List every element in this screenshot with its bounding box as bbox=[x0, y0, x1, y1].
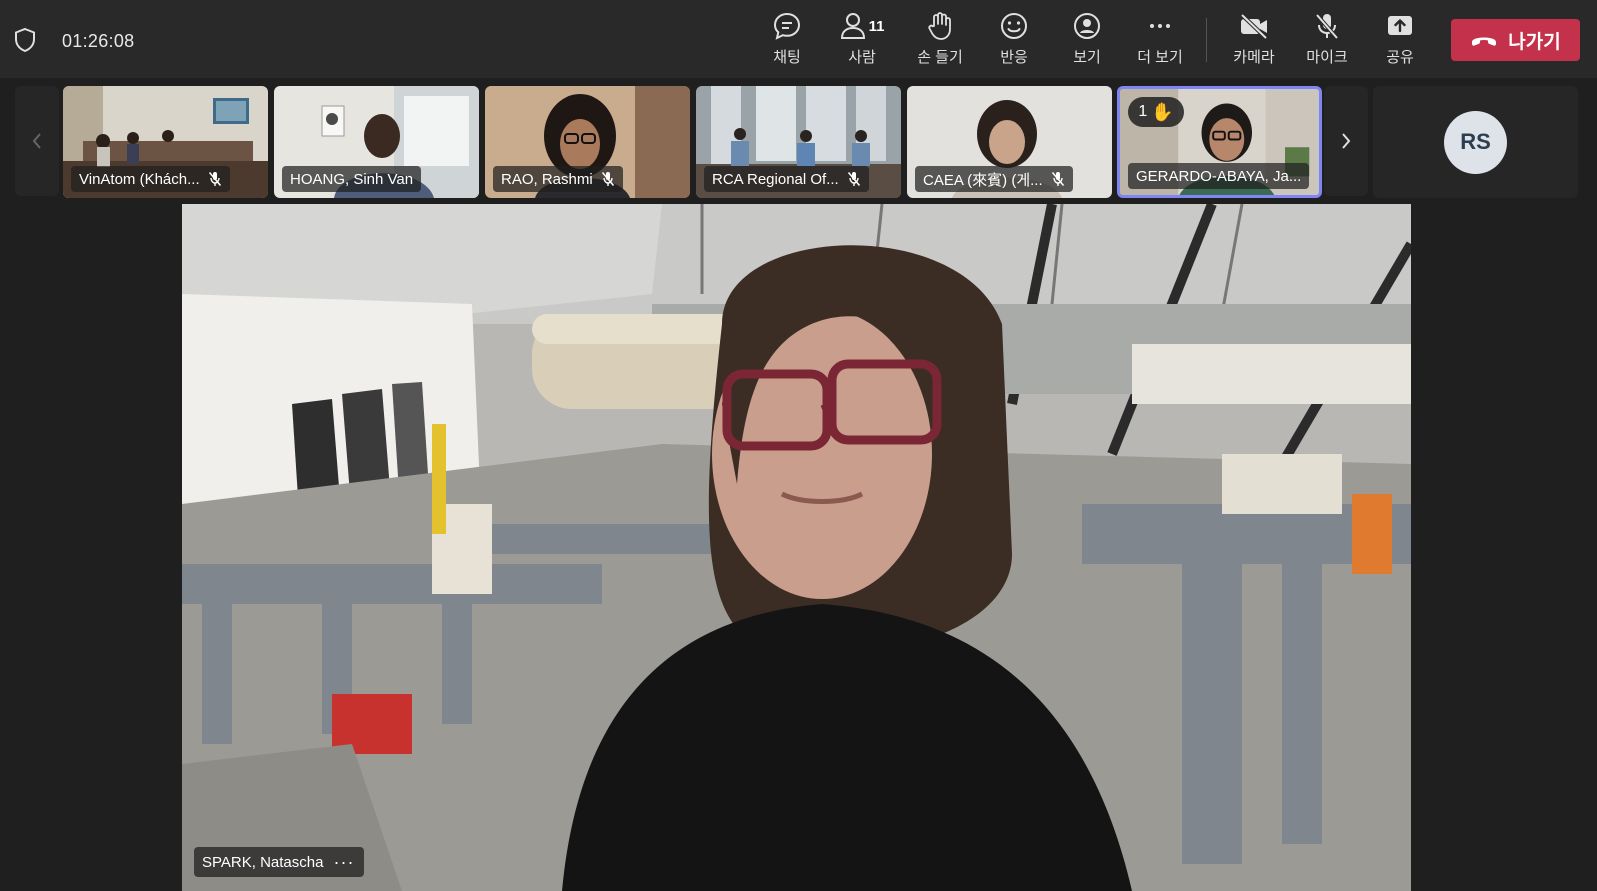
main-video-stage[interactable]: SPARK, Natascha ··· bbox=[182, 204, 1411, 891]
participant-tile[interactable]: CAEA (來賓) (게... bbox=[907, 86, 1112, 198]
mic-muted-icon bbox=[1051, 172, 1064, 186]
raised-hand-icon: ✋ bbox=[1151, 101, 1174, 122]
hand-icon bbox=[928, 12, 951, 40]
participant-nameplate: RAO, Rashmi bbox=[493, 166, 623, 192]
shield-icon[interactable] bbox=[14, 27, 36, 53]
react-button[interactable]: 반응 bbox=[981, 10, 1047, 72]
speaker-nameplate: SPARK, Natascha ··· bbox=[194, 847, 365, 877]
participant-strip: VinAtom (Khách... HOANG, Sinh Van RAO, R… bbox=[0, 84, 1597, 200]
raise-hand-button[interactable]: 손 들기 bbox=[907, 10, 973, 72]
chat-icon bbox=[773, 12, 801, 40]
people-count: 11 bbox=[868, 17, 885, 35]
participant-name: RAO, Rashmi bbox=[501, 170, 593, 188]
meeting-toolbar: 01:26:08 채팅 11 사람 손 들기 반응 보기 더 보기 카메라 마이… bbox=[0, 0, 1597, 78]
participant-tile[interactable]: HOANG, Sinh Van bbox=[274, 86, 479, 198]
toolbar-divider bbox=[1206, 18, 1207, 62]
view-label: 보기 bbox=[1073, 49, 1101, 66]
participant-name: HOANG, Sinh Van bbox=[290, 170, 414, 188]
camera-off-icon bbox=[1240, 13, 1268, 40]
participant-nameplate: RCA Regional Of... bbox=[704, 166, 869, 192]
avatar: RS bbox=[1444, 110, 1507, 174]
mic-label: 마이크 bbox=[1306, 49, 1348, 66]
strip-next-button[interactable] bbox=[1324, 86, 1368, 196]
chat-label: 채팅 bbox=[773, 49, 801, 66]
participant-name: VinAtom (Khách... bbox=[79, 170, 200, 188]
camera-label: 카메라 bbox=[1233, 49, 1275, 66]
participant-name: RCA Regional Of... bbox=[712, 170, 839, 188]
participant-tile[interactable]: RCA Regional Of... bbox=[696, 86, 901, 198]
mic-muted-icon bbox=[601, 172, 614, 186]
share-label: 공유 bbox=[1386, 49, 1414, 66]
view-icon bbox=[1074, 13, 1100, 39]
more-icon bbox=[1150, 24, 1170, 28]
leave-label: 나가기 bbox=[1508, 31, 1561, 53]
mic-muted-icon bbox=[847, 172, 860, 186]
phone-hangup-icon bbox=[1472, 37, 1497, 46]
react-label: 반응 bbox=[1000, 49, 1028, 66]
participant-tile-active[interactable]: 1 ✋ GERARDO-ABAYA, Ja... bbox=[1117, 86, 1322, 198]
mic-off-icon bbox=[1315, 13, 1339, 40]
mic-muted-icon bbox=[208, 172, 221, 186]
participant-tile[interactable]: VinAtom (Khách... bbox=[63, 86, 268, 198]
more-button[interactable]: 더 보기 bbox=[1127, 10, 1193, 72]
participant-name: CAEA (來賓) (게... bbox=[923, 171, 1043, 189]
participant-name: GERARDO-ABAYA, Ja... bbox=[1136, 167, 1302, 185]
participant-nameplate: CAEA (來賓) (게... bbox=[915, 166, 1073, 192]
speaker-video-feed bbox=[182, 204, 1411, 891]
more-label: 더 보기 bbox=[1137, 49, 1183, 66]
share-button[interactable]: 공유 bbox=[1367, 10, 1433, 72]
people-button[interactable]: 11 사람 bbox=[826, 10, 898, 72]
emoji-icon bbox=[1001, 13, 1027, 39]
leave-button[interactable]: 나가기 bbox=[1451, 19, 1580, 61]
chevron-right-icon bbox=[1342, 133, 1351, 149]
raise-hand-label: 손 들기 bbox=[917, 49, 963, 66]
mic-button[interactable]: 마이크 bbox=[1294, 10, 1360, 72]
person-icon bbox=[840, 13, 865, 39]
camera-button[interactable]: 카메라 bbox=[1221, 10, 1287, 72]
speaker-name: SPARK, Natascha bbox=[202, 853, 324, 871]
meeting-timer: 01:26:08 bbox=[62, 31, 135, 51]
people-label: 사람 bbox=[848, 49, 876, 66]
hand-raised-count: 1 bbox=[1138, 103, 1148, 120]
participant-nameplate: VinAtom (Khách... bbox=[71, 166, 230, 192]
hand-raised-badge: 1 ✋ bbox=[1128, 97, 1184, 127]
share-icon bbox=[1388, 16, 1412, 35]
chevron-left-icon bbox=[32, 133, 41, 149]
participant-avatar-tile[interactable]: RS bbox=[1373, 86, 1578, 198]
view-button[interactable]: 보기 bbox=[1054, 10, 1120, 72]
participant-tile[interactable]: RAO, Rashmi bbox=[485, 86, 690, 198]
strip-prev-button[interactable] bbox=[15, 86, 59, 196]
chat-button[interactable]: 채팅 bbox=[754, 10, 820, 72]
speaker-more-button[interactable]: ··· bbox=[333, 853, 354, 871]
participant-nameplate: HOANG, Sinh Van bbox=[282, 166, 422, 192]
participant-nameplate: GERARDO-ABAYA, Ja... bbox=[1128, 163, 1310, 189]
